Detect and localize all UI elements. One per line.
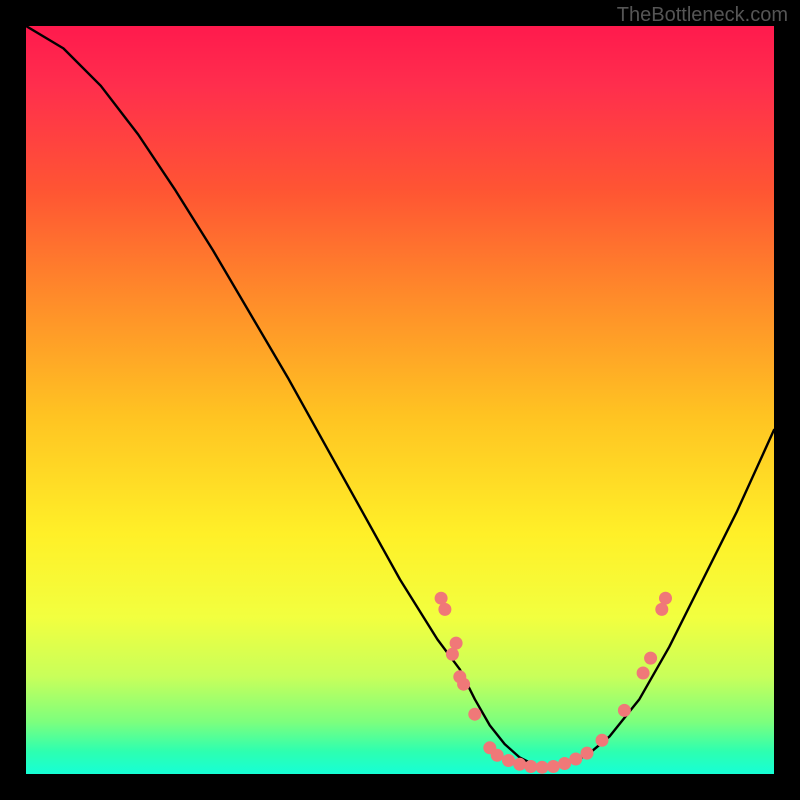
sample-point xyxy=(581,747,594,760)
sample-point xyxy=(491,749,504,762)
sample-point xyxy=(457,678,470,691)
chart-overlay xyxy=(26,26,774,774)
sample-point xyxy=(450,637,463,650)
sample-point xyxy=(438,603,451,616)
sample-point xyxy=(637,667,650,680)
sample-points xyxy=(435,592,672,774)
sample-point xyxy=(446,648,459,661)
sample-point xyxy=(547,760,560,773)
sample-point xyxy=(513,758,526,771)
bottleneck-curve xyxy=(26,26,774,767)
sample-point xyxy=(536,761,549,774)
sample-point xyxy=(524,760,537,773)
sample-point xyxy=(618,704,631,717)
sample-point xyxy=(644,652,657,665)
sample-point xyxy=(435,592,448,605)
sample-point xyxy=(596,734,609,747)
sample-point xyxy=(502,754,515,767)
sample-point xyxy=(558,757,571,770)
sample-point xyxy=(659,592,672,605)
sample-point xyxy=(468,708,481,721)
sample-point xyxy=(655,603,668,616)
watermark-text: TheBottleneck.com xyxy=(617,4,788,27)
sample-point xyxy=(569,753,582,766)
plot-area xyxy=(26,26,774,774)
